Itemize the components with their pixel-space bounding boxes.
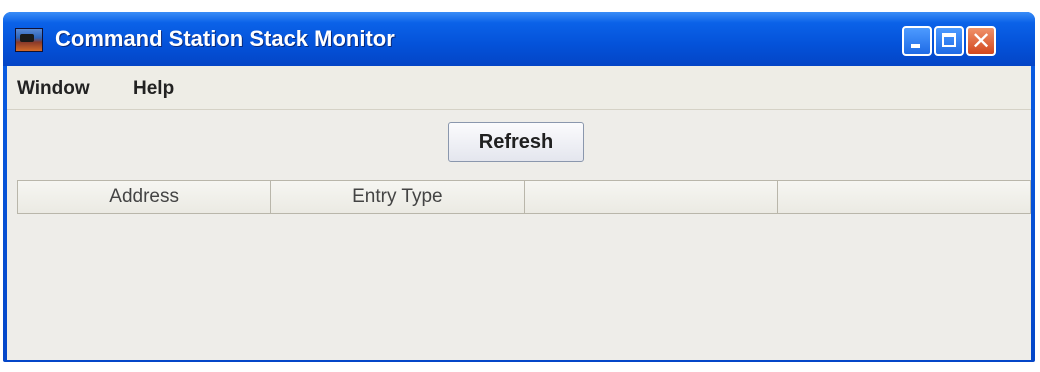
app-icon[interactable] xyxy=(15,28,43,52)
column-header-entry-type[interactable]: Entry Type xyxy=(271,181,525,213)
table-header: Address Entry Type xyxy=(17,180,1031,214)
menu-help[interactable]: Help xyxy=(133,78,174,100)
close-button[interactable]: ✕ xyxy=(966,26,996,56)
menu-window[interactable]: Window xyxy=(17,78,90,100)
column-header-address[interactable]: Address xyxy=(18,181,272,213)
maximize-icon xyxy=(942,33,956,47)
refresh-button[interactable]: Refresh xyxy=(448,122,584,162)
window-client-area: Window Help Refresh Address Entry Type xyxy=(7,66,1031,360)
minimize-button[interactable] xyxy=(902,26,932,56)
window-title: Command Station Stack Monitor xyxy=(55,26,395,51)
app-window: Command Station Stack Monitor ✕ Window H… xyxy=(3,12,1035,362)
close-icon: ✕ xyxy=(970,27,992,55)
minimize-icon xyxy=(911,44,920,48)
content-panel: Refresh Address Entry Type xyxy=(7,110,1031,360)
menu-bar: Window Help xyxy=(7,66,1031,110)
title-bar[interactable]: Command Station Stack Monitor ✕ xyxy=(3,12,1035,66)
column-header-4[interactable] xyxy=(778,181,1030,213)
table-body[interactable] xyxy=(17,214,1031,360)
column-header-3[interactable] xyxy=(525,181,778,213)
maximize-button[interactable] xyxy=(934,26,964,56)
